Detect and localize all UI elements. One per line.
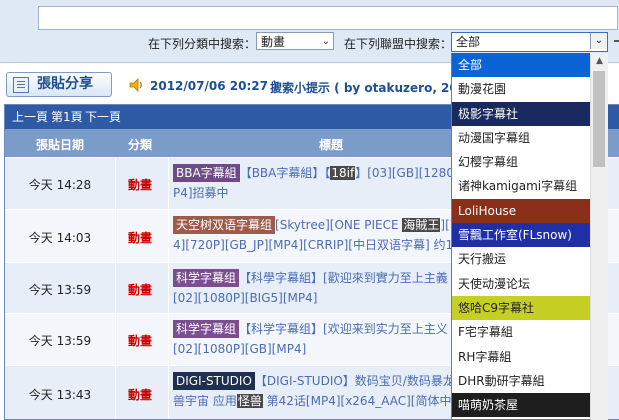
alliance-option[interactable]: 天行搬运 xyxy=(452,247,606,272)
current-page: 第1頁 xyxy=(51,110,83,124)
column-divider xyxy=(115,314,116,366)
title-text[interactable]: 【DIGI-STUDIO】数码宝贝/数码暴龙 xyxy=(255,374,455,388)
column-divider xyxy=(168,314,169,366)
team-tag[interactable]: BBA字幕組 xyxy=(173,164,240,182)
row-date: 今天 13:43 xyxy=(28,388,92,402)
team-tag[interactable]: 天空树双语字幕组 xyxy=(173,216,276,234)
title-text[interactable]: 【科学字幕组】[欢迎来到实力至上主义 xyxy=(239,322,448,336)
alliance-option[interactable]: 幻樱字幕组 xyxy=(452,150,606,175)
alliance-option[interactable]: 动漫国字幕组 xyxy=(452,125,606,151)
title-text[interactable]: 第42话[MP4][x264_AAC][简体中文字 xyxy=(263,394,476,408)
alliance-option[interactable]: 全部 xyxy=(452,53,606,78)
alliance-option[interactable]: 极影字幕社 xyxy=(452,101,606,126)
row-date: 今天 14:03 xyxy=(28,231,92,245)
title-text[interactable]: 4][720P][GB_JP][MP4][CRRIP][中日双语字幕] 约1條 xyxy=(173,238,465,252)
prev-page-link[interactable]: 上一頁 xyxy=(12,105,48,129)
alliance-option[interactable]: 天使动漫论坛 xyxy=(452,271,606,296)
header-category[interactable]: 分類 xyxy=(128,136,152,153)
dropdown-scrollbar[interactable]: ▲ xyxy=(590,53,608,420)
column-divider xyxy=(115,158,116,210)
chevron-down-icon: ⌄ xyxy=(321,36,330,47)
post-icon xyxy=(13,77,29,93)
alliance-option[interactable]: 悠哈C9字幕社 xyxy=(452,295,606,321)
row-date: 今天 14:28 xyxy=(28,178,92,192)
category-select-value: 動畫 xyxy=(261,35,286,49)
column-divider xyxy=(115,210,116,263)
header-title[interactable]: 標題 xyxy=(319,136,343,153)
chevron-down-icon[interactable]: ⌄ xyxy=(590,33,607,49)
title-text[interactable]: 【BBA字幕組】【 xyxy=(240,166,331,180)
team-tag[interactable]: DIGI-STUDIO xyxy=(173,372,255,390)
row-category[interactable]: 動畫 xyxy=(118,386,162,403)
row-category[interactable]: 動畫 xyxy=(118,229,162,246)
alliance-option[interactable]: RH字幕組 xyxy=(452,344,606,369)
alliance-option[interactable]: F宅字幕組 xyxy=(452,320,606,345)
column-divider xyxy=(168,158,169,210)
alliance-option[interactable]: 雪飄工作室(FLsnow) xyxy=(452,223,606,248)
row-date: 今天 13:59 xyxy=(28,283,92,297)
column-divider xyxy=(115,366,116,419)
alliance-option[interactable]: 诸神kamigami字幕组 xyxy=(452,174,606,199)
row-category[interactable]: 動畫 xyxy=(118,281,162,298)
alliance-option[interactable]: DHR動研字幕組 xyxy=(452,368,606,394)
title-text[interactable]: [Skytree][ONE PIECE xyxy=(275,218,402,232)
search-input[interactable] xyxy=(38,6,618,30)
highlighted-keyword: 怪兽 xyxy=(236,394,263,408)
team-tag[interactable]: 科学字幕组 xyxy=(173,320,240,338)
header-date[interactable]: 張貼日期 xyxy=(36,136,84,153)
title-text[interactable]: P4]招募中 xyxy=(173,186,229,200)
post-share-label: 張貼分享 xyxy=(37,76,93,92)
speaker-icon xyxy=(129,78,142,92)
alliance-option[interactable]: 動漫花園 xyxy=(452,77,606,102)
highlighted-keyword: 海賊王 xyxy=(402,218,441,232)
column-divider xyxy=(168,210,169,263)
column-divider xyxy=(168,263,169,314)
alliance-select-value: 全部 xyxy=(456,35,481,49)
notice-date: 2012/07/06 20:27 ) xyxy=(150,79,278,93)
title-text[interactable]: 【科學字幕組】[歡迎來到實力至上主義 xyxy=(239,271,448,285)
alliance-option[interactable]: LoliHouse xyxy=(452,198,606,224)
row-category[interactable]: 動畫 xyxy=(118,176,162,193)
post-share-button[interactable]: 張貼分享 xyxy=(6,72,112,97)
scroll-thumb[interactable] xyxy=(593,71,605,167)
category-filter-label: 在下列分類中搜索： xyxy=(148,37,257,51)
column-divider xyxy=(115,263,116,314)
alliance-filter-label: 在下列聯盟中搜索： xyxy=(344,37,453,51)
category-select[interactable]: 動畫 ⌄ xyxy=(256,32,334,50)
alliance-option[interactable]: 喵萌奶茶屋 xyxy=(452,393,606,418)
team-tag[interactable]: 科学字幕组 xyxy=(173,269,240,287)
title-text[interactable]: 兽宇宙 应用 xyxy=(173,394,237,408)
column-divider xyxy=(168,366,169,419)
scroll-up-icon[interactable]: ▲ xyxy=(591,53,608,70)
title-text[interactable]: [02][1080P][GB][MP4] xyxy=(173,342,306,356)
next-page-link[interactable]: 下一頁 xyxy=(85,105,121,129)
title-text[interactable]: [02][1080P][BIG5][MP4] xyxy=(173,291,317,305)
highlighted-keyword: 18if xyxy=(330,166,356,180)
search-tip-link[interactable]: 搜索小提示 ( by otakuzero, 2010 xyxy=(270,79,474,96)
filter-row: 在下列分類中搜索： 動畫 ⌄ 在下列聯盟中搜索： 全部 ⌄ xyxy=(0,32,619,52)
panel-edge xyxy=(614,40,619,42)
alliance-select[interactable]: 全部 ⌄ xyxy=(451,32,608,52)
row-date: 今天 13:59 xyxy=(28,334,92,348)
alliance-dropdown-list: 全部 動漫花園 极影字幕社 动漫国字幕组 幻樱字幕组 诸神kamigami字幕组 LoliH… xyxy=(451,53,607,420)
row-category[interactable]: 動畫 xyxy=(118,332,162,349)
